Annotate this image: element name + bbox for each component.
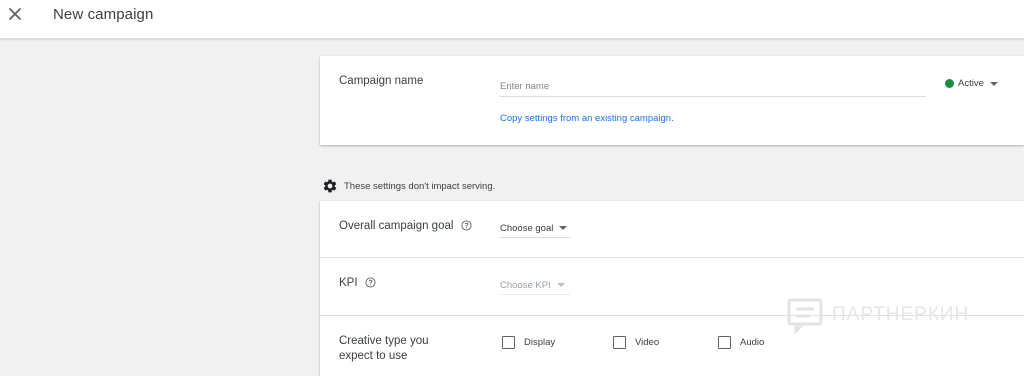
caret-down-icon [989,81,998,86]
goal-select[interactable]: Choose goal [500,219,572,238]
checkbox-audio[interactable]: Audio [718,336,764,349]
kpi-select[interactable]: Choose KPI [500,276,569,295]
page-title: New campaign [53,6,154,23]
settings-note-text: These settings don't impact serving. [344,180,496,192]
checkbox-label: Audio [740,337,765,348]
settings-note: These settings don't impact serving. [322,178,495,194]
close-icon [9,8,21,20]
status-label: Active [958,78,984,89]
creative-type-label: Creative type you expect to use [339,334,429,364]
checkbox-video[interactable]: Video [613,336,659,349]
help-icon[interactable] [365,277,376,288]
campaign-goal-card: Overall campaign goal Choose goal KPI Ch… [320,201,1024,376]
copy-settings-link[interactable]: Copy settings from an existing campaign. [500,113,674,124]
goal-row: Overall campaign goal [339,220,472,232]
caret-down-icon [556,283,565,287]
row-divider [320,257,1024,258]
checkbox-label: Video [635,337,660,348]
campaign-name-input[interactable] [500,76,926,97]
goal-select-value: Choose goal [500,222,554,234]
watermark: ПАРТНЕРКИН [786,296,969,334]
campaign-name-label: Campaign name [339,75,424,87]
creative-type-label-line1: Creative type you [339,335,429,347]
close-button[interactable] [5,4,25,24]
chat-bubble-icon [787,298,823,334]
watermark-text: ПАРТНЕРКИН [832,304,970,325]
caret-down-icon [559,226,568,230]
goal-label: Overall campaign goal [339,220,454,232]
kpi-row: KPI [339,277,376,289]
creative-type-label-line2: expect to use [339,350,408,362]
kpi-label: KPI [339,277,358,289]
gear-icon [322,178,338,194]
checkbox-icon[interactable] [613,336,626,349]
status-dot-icon [945,79,954,88]
campaign-name-card: Campaign name Active Copy settings from … [320,56,1024,145]
checkbox-icon[interactable] [502,336,515,349]
kpi-select-value: Choose KPI [500,279,551,291]
checkbox-icon[interactable] [718,336,731,349]
top-bar: New campaign [0,0,1024,39]
status-dropdown[interactable]: Active [945,78,998,89]
checkbox-display[interactable]: Display [502,336,555,349]
help-icon[interactable] [461,220,472,231]
checkbox-label: Display [524,337,556,348]
